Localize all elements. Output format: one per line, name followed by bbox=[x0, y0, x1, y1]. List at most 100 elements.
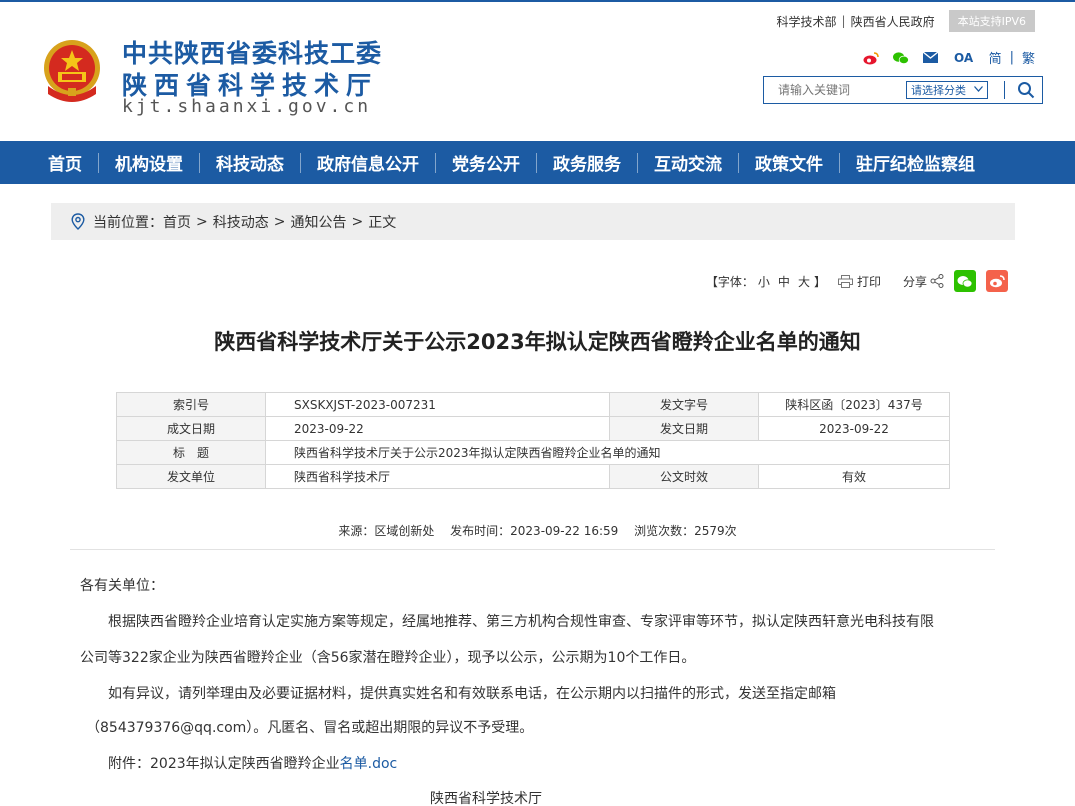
attachment-prefix: 附件：2023年拟认定陕西省瞪羚企业 bbox=[108, 756, 340, 772]
nav-organization[interactable]: 机构设置 bbox=[115, 150, 183, 175]
salutation: 各有关单位： bbox=[80, 578, 164, 594]
attachment-line: 附件：2023年拟认定陕西省瞪羚企业名单.doc bbox=[108, 753, 397, 773]
nav-gov-info[interactable]: 政府信息公开 bbox=[317, 150, 419, 175]
article-tools: 【字体： 小 中 大 】 打印 分享 bbox=[706, 270, 1008, 292]
signature: 陕西省科学技术厅 bbox=[430, 791, 542, 806]
nav-discipline-group[interactable]: 驻厅纪检监察组 bbox=[856, 150, 975, 175]
font-size-label: 【字体： bbox=[705, 274, 754, 289]
link-shaanxi-gov[interactable]: 陕西省人民政府 bbox=[851, 13, 935, 30]
print-button[interactable]: 打印 bbox=[837, 273, 881, 290]
table-row: 成文日期 2023-09-22 发文日期 2023-09-22 bbox=[116, 416, 950, 441]
meta-value: SXSKXJST-2023-007231 bbox=[265, 392, 610, 417]
nav-tech-news[interactable]: 科技动态 bbox=[216, 150, 284, 175]
article-source: 来源：区域创新处 bbox=[338, 524, 435, 538]
breadcrumb-separator: > bbox=[351, 213, 364, 230]
nav-separator bbox=[738, 152, 739, 173]
breadcrumb-separator: > bbox=[196, 213, 208, 230]
meta-label: 公文时效 bbox=[609, 464, 759, 489]
nav-home[interactable]: 首页 bbox=[48, 150, 82, 175]
article-publish-time: 发布时间：2023-09-22 16:59 bbox=[450, 524, 619, 538]
meta-label: 发文单位 bbox=[116, 464, 266, 489]
paragraph-line: 根据陕西省瞪羚企业培育认定实施方案等规定，经属地推荐、第三方机构合规性审查、专家… bbox=[108, 614, 934, 630]
paragraph-line: 如有异议，请列举理由及必要证据材料，提供真实姓名和有效联系电话，在公示期内以扫描… bbox=[108, 686, 836, 702]
meta-label: 发文字号 bbox=[609, 392, 759, 417]
content-divider bbox=[70, 549, 995, 550]
paragraph-line: 公司等322家企业为陕西省瞪羚企业（含56家潜在瞪羚企业），现予以公示，公示期为… bbox=[80, 650, 696, 666]
share-weibo-button[interactable] bbox=[986, 270, 1008, 292]
site-domain: kjt.shaanxi.gov.cn bbox=[122, 96, 372, 117]
breadcrumb-separator: > bbox=[273, 213, 286, 230]
ipv6-badge: 本站支持IPV6 bbox=[948, 10, 1035, 32]
share-label: 分享 bbox=[902, 274, 927, 289]
oa-icon[interactable]: OA bbox=[953, 50, 975, 66]
font-size-medium[interactable]: 中 bbox=[778, 273, 790, 290]
font-size-close: 】 bbox=[813, 274, 826, 289]
meta-label: 索引号 bbox=[116, 392, 266, 417]
meta-value: 2023-09-22 bbox=[758, 416, 950, 441]
meta-label: 发文日期 bbox=[609, 416, 759, 441]
breadcrumb-notices[interactable]: 通知公告 bbox=[290, 212, 346, 232]
search-divider bbox=[1004, 81, 1005, 99]
attachment-link[interactable]: 名单.doc bbox=[340, 756, 398, 772]
font-size-large[interactable]: 大 bbox=[798, 273, 810, 290]
meta-label: 标 题 bbox=[116, 440, 266, 465]
category-select-value: 请选择分类 bbox=[911, 84, 966, 97]
nav-party-affairs[interactable]: 党务公开 bbox=[452, 150, 520, 175]
weibo-icon bbox=[990, 275, 1005, 288]
nav-gov-services[interactable]: 政务服务 bbox=[553, 150, 621, 175]
breadcrumb-prefix: 当前位置： bbox=[93, 214, 163, 231]
site-header: 中共陕西省委科技工委 陕西省科学技术厅 kjt.shaanxi.gov.cn 科… bbox=[0, 2, 1075, 141]
lang-separator: | bbox=[1009, 50, 1014, 65]
table-row: 索引号 SXSKXJST-2023-007231 发文字号 陕科区函〔2023〕… bbox=[116, 392, 950, 417]
nav-separator bbox=[98, 152, 99, 173]
share-icon bbox=[930, 274, 944, 288]
chevron-down-icon bbox=[974, 85, 983, 95]
nav-policy-docs[interactable]: 政策文件 bbox=[755, 150, 823, 175]
meta-value: 有效 bbox=[758, 464, 950, 489]
article-source-line: 来源：区域创新处 发布时间：2023-09-22 16:59 浏览次数：2579… bbox=[0, 522, 1075, 539]
share-wechat-button[interactable] bbox=[954, 270, 976, 292]
main-nav: 首页 机构设置 科技动态 政府信息公开 党务公开 政务服务 互动交流 政策文件 … bbox=[0, 141, 1075, 184]
breadcrumb-tech-news[interactable]: 科技动态 bbox=[213, 212, 269, 232]
search-button[interactable] bbox=[1010, 77, 1042, 103]
lang-simplified[interactable]: 简 bbox=[989, 48, 1002, 67]
meta-label: 成文日期 bbox=[116, 416, 266, 441]
table-row: 标 题 陕西省科学技术厅关于公示2023年拟认定陕西省瞪羚企业名单的通知 bbox=[116, 440, 950, 465]
meta-value: 陕科区函〔2023〕437号 bbox=[758, 392, 950, 417]
top-links: 科学技术部 | 陕西省人民政府 本站支持IPV6 bbox=[777, 10, 1035, 32]
wechat-icon bbox=[957, 275, 973, 287]
nav-separator bbox=[839, 152, 840, 173]
nav-interaction[interactable]: 互动交流 bbox=[654, 150, 722, 175]
national-emblem-logo[interactable] bbox=[40, 38, 104, 104]
search-icon bbox=[1018, 82, 1035, 99]
nav-separator bbox=[199, 152, 200, 173]
meta-value: 陕西省科学技术厅 bbox=[265, 464, 610, 489]
printer-icon bbox=[837, 274, 853, 288]
top-link-separator: | bbox=[841, 14, 846, 28]
paragraph-line: （854379376@qq.com）。凡匿名、冒名或超出期限的异议不予受理。 bbox=[86, 720, 534, 736]
article-views: 浏览次数：2579次 bbox=[634, 524, 737, 538]
breadcrumb-home[interactable]: 首页 bbox=[163, 212, 191, 232]
breadcrumb-current: 正文 bbox=[368, 214, 397, 231]
weibo-icon[interactable] bbox=[863, 50, 879, 66]
lang-traditional[interactable]: 繁 bbox=[1022, 48, 1035, 67]
table-row: 发文单位 陕西省科学技术厅 公文时效 有效 bbox=[116, 464, 950, 489]
org-name-line1: 中共陕西省委科技工委 bbox=[122, 39, 383, 68]
search-input[interactable] bbox=[764, 77, 894, 103]
breadcrumb: 当前位置： 首页 > 科技动态 > 通知公告 > 正文 bbox=[51, 203, 1015, 240]
link-most[interactable]: 科学技术部 bbox=[777, 13, 837, 30]
document-meta-table: 索引号 SXSKXJST-2023-007231 发文字号 陕科区函〔2023〕… bbox=[116, 392, 950, 489]
nav-separator bbox=[300, 152, 301, 173]
font-size-small[interactable]: 小 bbox=[758, 273, 770, 290]
article-title: 陕西省科学技术厅关于公示2023年拟认定陕西省瞪羚企业名单的通知 bbox=[214, 330, 861, 354]
share-area: 分享 bbox=[903, 273, 944, 290]
location-pin-icon bbox=[71, 213, 85, 230]
search-box: 请选择分类 bbox=[763, 76, 1043, 104]
mail-icon[interactable] bbox=[923, 50, 939, 66]
wechat-icon[interactable] bbox=[892, 50, 909, 66]
social-links: OA 简 | 繁 bbox=[863, 48, 1035, 67]
nav-separator bbox=[435, 152, 436, 173]
meta-value: 2023-09-22 bbox=[265, 416, 610, 441]
category-select[interactable]: 请选择分类 bbox=[906, 81, 988, 99]
nav-separator bbox=[637, 152, 638, 173]
